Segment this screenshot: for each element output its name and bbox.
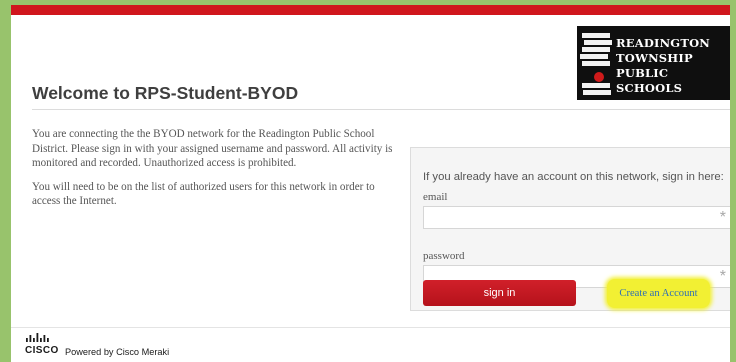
email-field[interactable]: *	[423, 206, 730, 229]
signin-lead-text: If you already have an account on this n…	[423, 171, 724, 183]
create-account-link[interactable]: Create an Account	[607, 279, 710, 308]
header-red-bar	[11, 5, 730, 15]
apple-icon	[594, 72, 604, 82]
email-input[interactable]	[424, 207, 706, 228]
logo-line-2: TOWNSHIP	[616, 51, 693, 65]
school-logo: READINGTON TOWNSHIP PUBLIC SCHOOLS	[577, 26, 730, 100]
logo-line-3: PUBLIC SCHOOLS	[616, 66, 683, 95]
outer-border-left	[0, 0, 11, 362]
signin-button[interactable]: sign in	[423, 280, 576, 306]
intro-paragraph-1: You are connecting the the BYOD network …	[32, 128, 393, 169]
email-label: email	[423, 191, 448, 203]
powered-by-text: Powered by Cisco Meraki	[65, 347, 170, 357]
outer-border-right	[730, 0, 736, 362]
logo-line-1: READINGTON	[616, 36, 711, 50]
book-stack-icon	[579, 32, 613, 96]
footer-divider	[11, 327, 730, 328]
page-title: Welcome to RPS-Student-BYOD	[32, 83, 299, 103]
required-asterisk-icon: *	[719, 268, 726, 285]
required-asterisk-icon: *	[719, 209, 726, 226]
title-divider	[32, 109, 730, 110]
intro-text: You are connecting the the BYOD network …	[32, 127, 397, 218]
logo-text: READINGTON TOWNSHIP PUBLIC SCHOOLS	[616, 36, 730, 96]
splash-page: READINGTON TOWNSHIP PUBLIC SCHOOLS Welco…	[11, 5, 730, 362]
signin-panel: If you already have an account on this n…	[410, 147, 730, 311]
cisco-logo-icon	[26, 333, 49, 342]
password-label: password	[423, 250, 465, 262]
intro-paragraph-2: You will need to be on the list of autho…	[32, 180, 375, 208]
cisco-wordmark: CISCO	[25, 345, 59, 356]
screenshot-frame: READINGTON TOWNSHIP PUBLIC SCHOOLS Welco…	[0, 0, 736, 362]
